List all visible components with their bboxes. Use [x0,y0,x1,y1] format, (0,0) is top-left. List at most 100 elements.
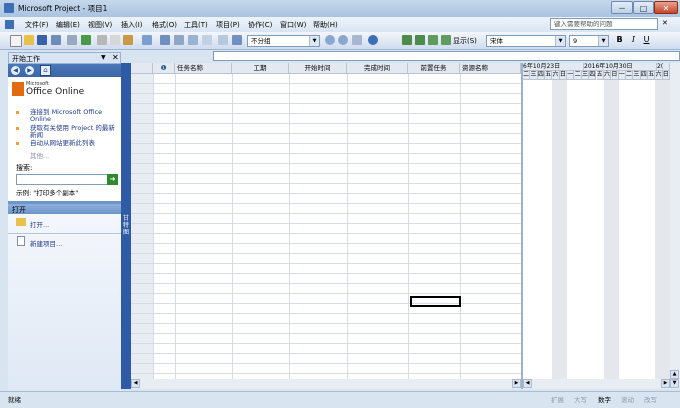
zoom-out-icon[interactable] [338,35,348,45]
new-project-link[interactable]: 新建项目... [30,238,62,248]
timescale-day: 一 [618,71,626,80]
save-icon[interactable] [37,35,47,45]
open-icon[interactable] [24,35,34,45]
minimize-button[interactable]: － [611,1,633,14]
show-subtasks-icon[interactable] [428,35,438,45]
indent-icon[interactable] [415,35,425,45]
task-info-icon[interactable] [202,35,212,45]
menu-help[interactable]: 帮助(H) [313,20,338,30]
scroll-right-icon[interactable]: ▶ [512,379,521,388]
document-icon[interactable] [5,20,14,29]
task-pane-header: 开始工作 ▼ ✕ [8,52,121,64]
timescale-day: 六 [552,71,560,80]
zoom-in-icon[interactable] [325,35,335,45]
gantt-horizontal-scrollbar[interactable]: ◀ ▶ [523,379,670,389]
menu-edit[interactable]: 编辑(E) [56,20,80,30]
column-indicators[interactable]: ❶ [153,63,175,74]
show-menu-button[interactable]: 显示(S) [453,36,477,46]
close-button[interactable]: ✕ [654,1,678,14]
search-input[interactable] [16,174,110,185]
spelling-icon[interactable] [81,35,91,45]
assign-resources-icon[interactable] [232,35,242,45]
title-bar: Microsoft Project - 项目1 [0,0,680,17]
timescale-day: 五 [647,71,656,80]
help-icon[interactable] [368,35,378,45]
scroll-up-icon[interactable]: ▲ [670,370,679,379]
search-label: 搜索: [16,164,33,172]
unlink-tasks-icon[interactable] [174,35,184,45]
paste-icon[interactable] [123,35,133,45]
goto-task-icon[interactable] [352,35,362,45]
cut-icon[interactable] [97,35,107,45]
column-duration[interactable]: 工期 [232,63,289,74]
chevron-down-icon[interactable]: ▼ [309,36,319,46]
menu-collaborate[interactable]: 协作(C) [248,20,272,30]
timescale-day: 四 [589,71,597,80]
entry-field[interactable] [213,51,680,61]
project-app-icon[interactable] [4,3,14,13]
scroll-left-icon[interactable]: ◀ [523,379,532,388]
selected-cell[interactable] [410,296,461,307]
group-combo[interactable]: 不分组 ▼ [247,35,320,47]
chevron-down-icon[interactable]: ▼ [555,36,565,46]
maximize-button[interactable]: □ [633,1,654,14]
back-icon[interactable]: ◀ [11,66,20,75]
menu-view[interactable]: 视图(V) [88,20,112,30]
font-combo[interactable]: 宋体 ▼ [486,35,566,47]
task-pane-menu-icon[interactable]: ▼ [101,54,106,61]
column-start[interactable]: 开始时间 [289,63,347,74]
bold-button[interactable]: B [614,35,625,46]
go-arrow-icon[interactable]: ➜ [107,174,118,185]
timescale-week-3: 2( [657,63,670,71]
link-connect-office-online[interactable]: 连接到 Microsoft Office Online [30,109,118,123]
menu-insert[interactable]: 插入(I) [121,20,143,30]
column-finish[interactable]: 完成时间 [347,63,408,74]
vertical-scrollbar[interactable]: ▲ ▼ [670,63,680,389]
menu-format[interactable]: 格式(O) [152,20,177,30]
gantt-chart[interactable] [523,63,670,379]
new-document-icon [17,236,25,246]
new-icon[interactable] [10,35,22,47]
link-auto-update[interactable]: 自动从网站更新此列表 [30,140,118,147]
nonworking-day-shade [611,80,619,379]
underline-button[interactable]: U [641,35,652,46]
print-icon[interactable] [51,35,61,45]
forward-icon[interactable]: ▶ [25,66,34,75]
column-predecessors[interactable]: 前置任务 [408,63,460,74]
grid-line [232,74,233,379]
print-preview-icon[interactable] [67,35,77,45]
doc-close-icon[interactable]: ✕ [662,19,668,27]
grid-line [153,74,154,379]
task-pane-close-icon[interactable]: ✕ [112,53,119,62]
help-search-input[interactable]: 键入需要帮助的问题 [550,18,658,30]
link-latest-news[interactable]: 获取有关使用 Project 的最新新闻 [30,125,118,139]
sheet-horizontal-scrollbar[interactable]: ◀ ▶ [131,379,521,389]
hide-subtasks-icon[interactable] [441,35,451,45]
status-caps: 大写 [574,396,587,404]
split-task-icon[interactable] [188,35,198,45]
bullet-icon [16,111,19,114]
chevron-down-icon[interactable]: ▼ [598,36,608,46]
undo-icon[interactable] [142,35,152,45]
open-file-link[interactable]: 打开... [30,219,49,229]
grid-line [460,74,461,379]
scroll-left-icon[interactable]: ◀ [131,379,140,388]
column-resource-names[interactable]: 资源名称 [460,63,521,74]
menu-project[interactable]: 项目(P) [216,20,240,30]
italic-button[interactable]: I [628,35,639,46]
column-task-name[interactable]: 任务名称 [175,63,232,74]
menu-tools[interactable]: 工具(T) [184,20,208,30]
outdent-icon[interactable] [402,35,412,45]
more-link[interactable]: 其他... [30,150,49,160]
scroll-right-icon[interactable]: ▶ [661,379,670,388]
scroll-down-icon[interactable]: ▼ [670,379,679,388]
select-all-corner[interactable] [131,63,153,74]
menu-window[interactable]: 窗口(W) [280,20,306,30]
home-icon[interactable]: ⌂ [40,65,51,76]
font-size-combo[interactable]: 9 ▼ [569,35,609,47]
menu-file[interactable]: 文件(F) [25,20,49,30]
link-tasks-icon[interactable] [160,35,170,45]
copy-icon[interactable] [110,35,120,45]
notes-icon[interactable] [218,35,228,45]
nonworking-day-shade [662,80,670,379]
